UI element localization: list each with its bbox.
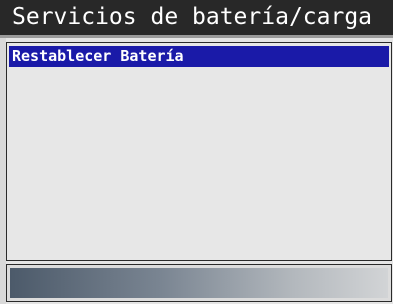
status-bar (10, 268, 388, 298)
screen-title: Servicios de batería/carga (12, 4, 373, 30)
scan-tool-screen: Servicios de batería/carga Restablecer B… (0, 0, 393, 304)
menu-item-restablecer-bateria[interactable]: Restablecer Batería (9, 46, 389, 67)
menu-list: Restablecer Batería (6, 42, 392, 261)
title-bar: Servicios de batería/carga (0, 0, 393, 38)
status-panel (6, 264, 392, 302)
